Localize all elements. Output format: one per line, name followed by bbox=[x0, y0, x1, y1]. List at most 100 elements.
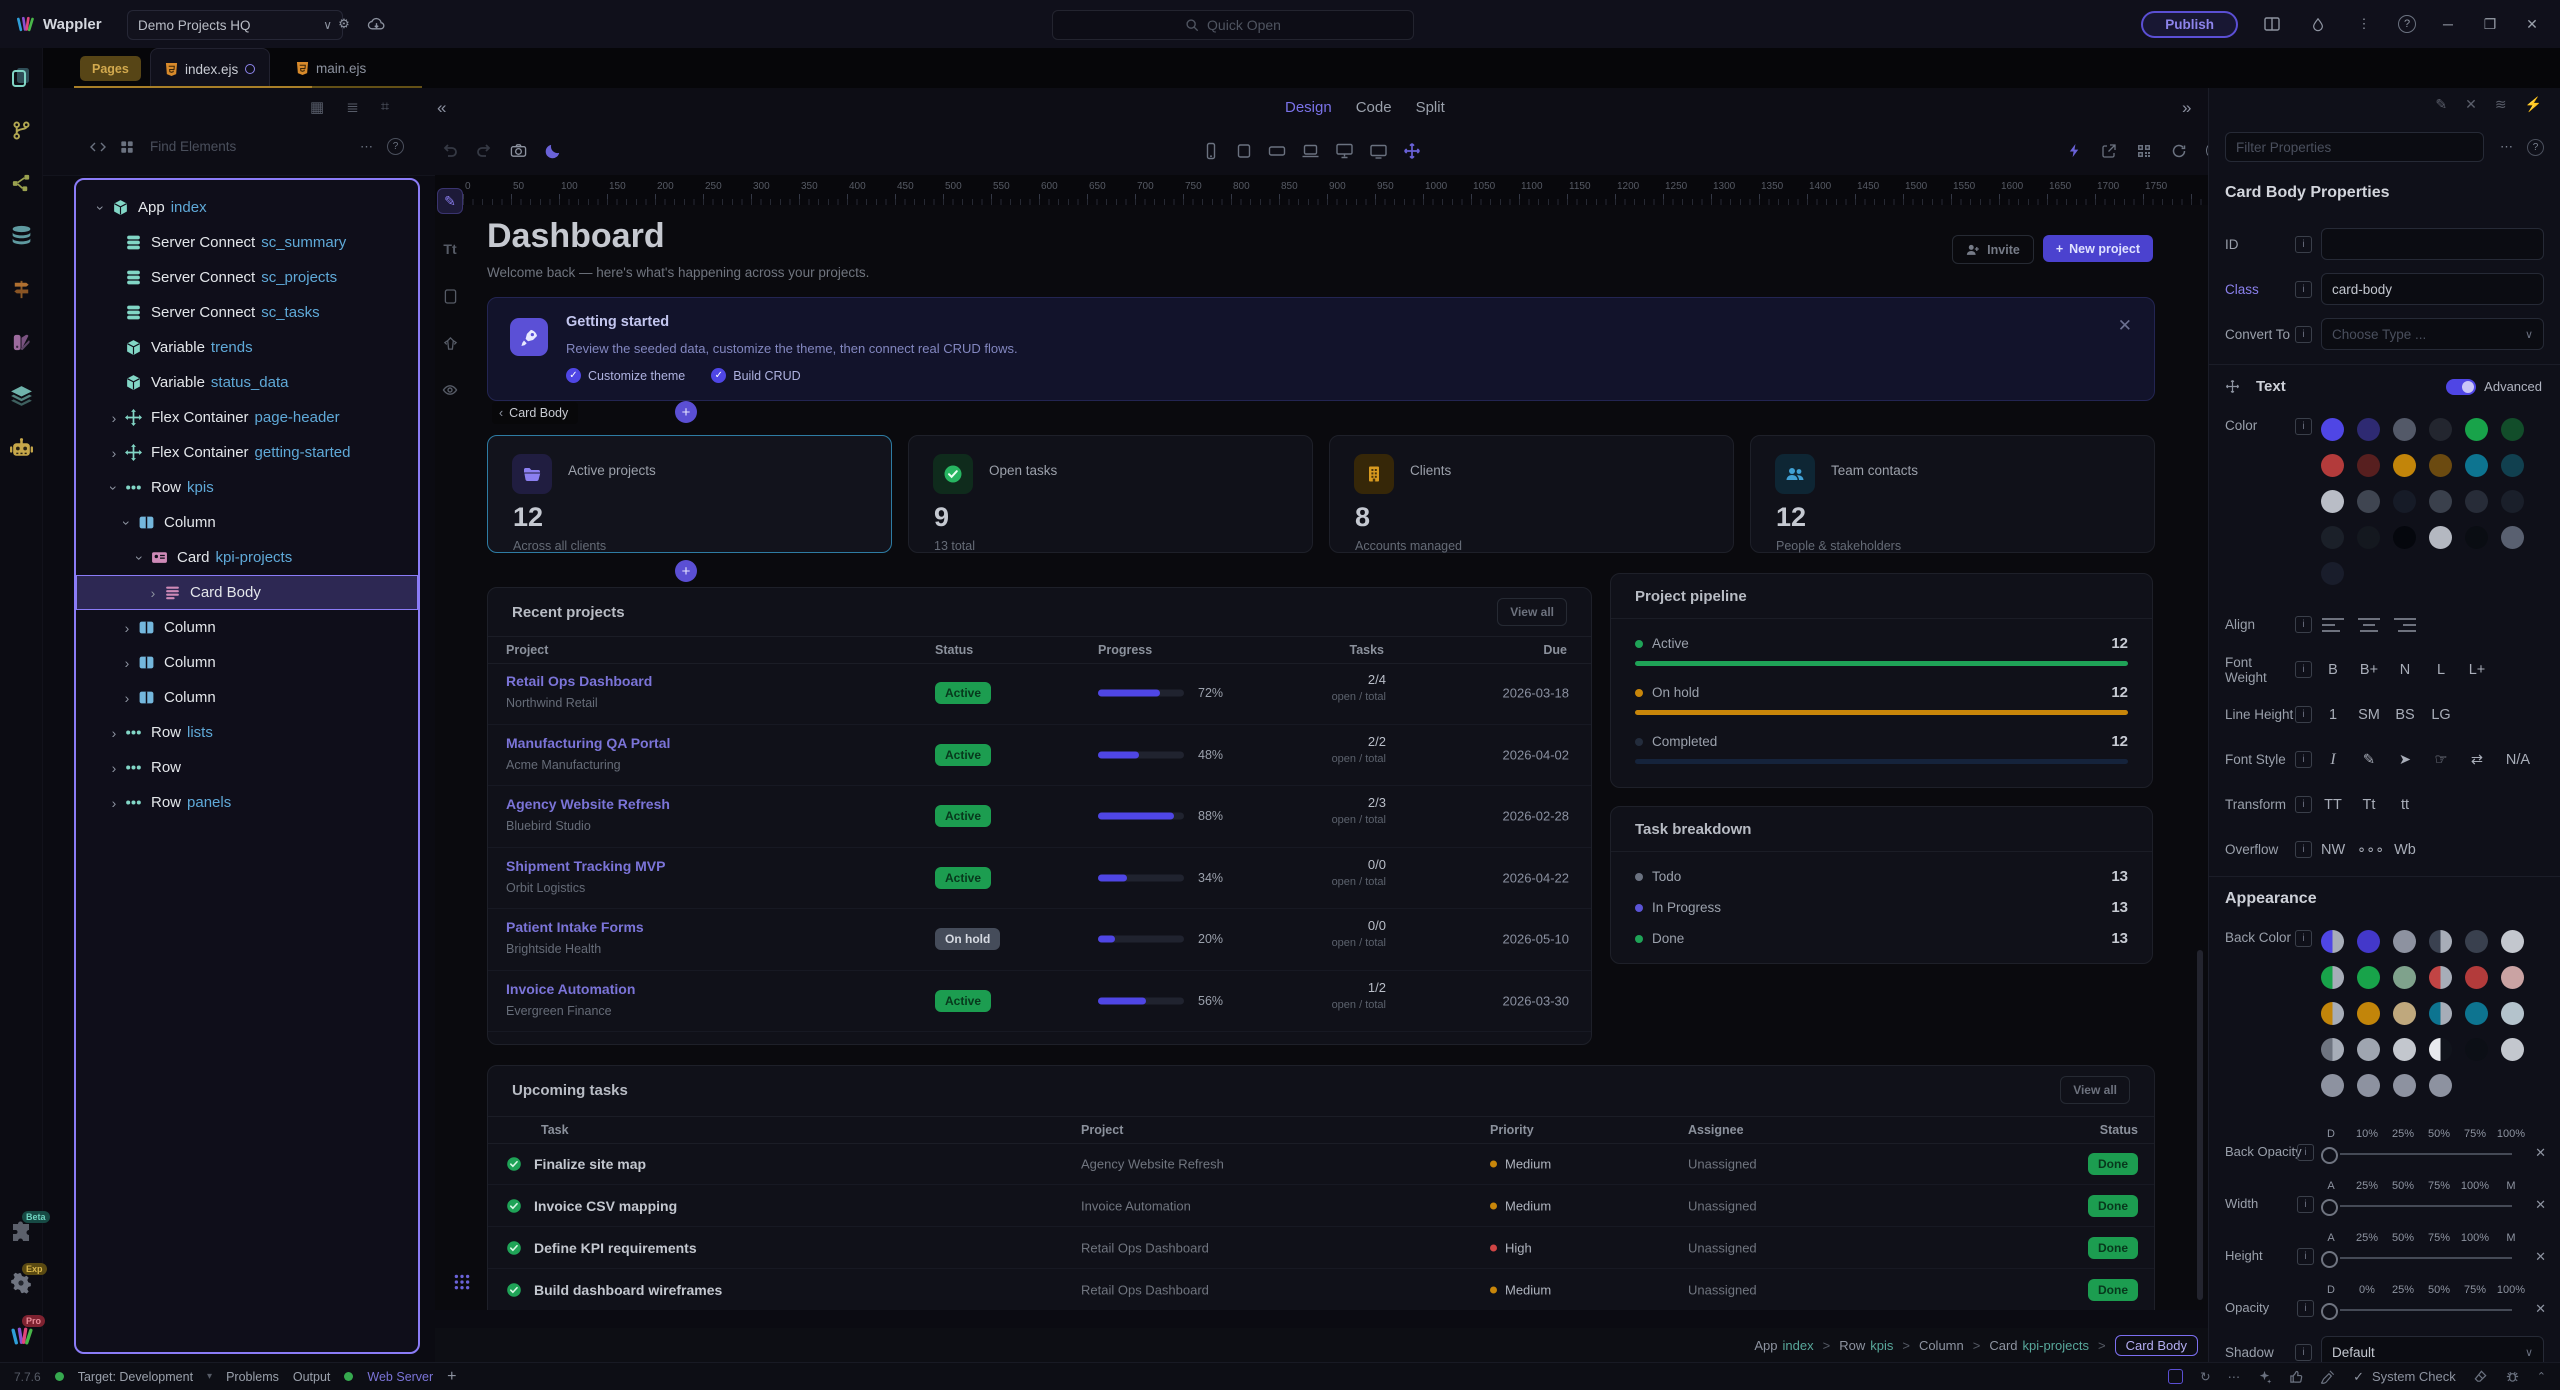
text-color-swatch[interactable] bbox=[2465, 526, 2488, 549]
back-color-swatch[interactable] bbox=[2357, 966, 2380, 989]
highlight-pen-icon[interactable]: ✎ bbox=[2357, 752, 2381, 768]
panel-more-icon[interactable]: ⋯ bbox=[360, 139, 373, 155]
device-laptop-icon[interactable] bbox=[1301, 142, 1320, 160]
task-row[interactable]: Invoice CSV mappingInvoice AutomationMed… bbox=[488, 1185, 2154, 1227]
back-color-swatch[interactable] bbox=[2321, 1002, 2344, 1025]
back-color-swatch[interactable] bbox=[2357, 1074, 2380, 1097]
text-color-swatch[interactable] bbox=[2429, 490, 2452, 513]
tree-chevron-icon[interactable]: › bbox=[119, 514, 135, 532]
visibility-eye-icon[interactable] bbox=[438, 378, 462, 402]
wappler-pro-rail-icon[interactable]: Pro bbox=[8, 1322, 34, 1348]
text-color-swatch[interactable] bbox=[2501, 526, 2524, 549]
file-tab-main-ejs[interactable]: main.ejs bbox=[282, 48, 380, 88]
slider-knob[interactable] bbox=[2321, 1303, 2338, 1320]
back-color-swatch[interactable] bbox=[2357, 1002, 2380, 1025]
advanced-toggle[interactable] bbox=[2446, 379, 2476, 395]
line-height-option[interactable]: BS bbox=[2393, 707, 2417, 723]
slider-track[interactable] bbox=[2340, 1205, 2512, 1207]
id-input[interactable] bbox=[2321, 228, 2544, 260]
filter-properties-input[interactable]: Filter Properties bbox=[2225, 132, 2484, 162]
props-sliders-icon[interactable]: ≋ bbox=[2495, 96, 2507, 113]
slider-tick-label[interactable]: 75% bbox=[2421, 1232, 2457, 1244]
tree-item-app-index[interactable]: ›Appindex bbox=[76, 190, 418, 225]
output-button[interactable]: Output bbox=[293, 1370, 331, 1384]
selection-breadcrumb-tag[interactable]: ‹ Card Body bbox=[492, 402, 578, 424]
props-dynamic-icon[interactable]: ⚡ bbox=[2525, 96, 2542, 113]
workflows-rail-icon[interactable] bbox=[8, 170, 34, 196]
back-color-swatch[interactable] bbox=[2501, 1038, 2524, 1061]
back-color-swatch[interactable] bbox=[2321, 930, 2344, 953]
slider-tick-label[interactable]: D bbox=[2313, 1128, 2349, 1140]
project-name-link[interactable]: Patient Intake Forms bbox=[506, 919, 644, 935]
screenshot-camera-icon[interactable] bbox=[510, 142, 527, 159]
align-center-icon[interactable] bbox=[2357, 617, 2381, 633]
insert-after-button[interactable]: + bbox=[675, 560, 697, 582]
tree-item-card-body[interactable]: ›Card Body bbox=[76, 575, 418, 610]
text-color-swatch[interactable] bbox=[2321, 562, 2344, 585]
slider-tick-label[interactable]: 25% bbox=[2385, 1284, 2421, 1296]
project-row[interactable]: Patient Intake FormsBrightside HealthOn … bbox=[488, 909, 1591, 971]
transform-option[interactable]: tt bbox=[2393, 797, 2417, 813]
slider-tick-label[interactable]: A bbox=[2313, 1180, 2349, 1192]
back-color-swatch[interactable] bbox=[2393, 1038, 2416, 1061]
font-weight-option[interactable]: L bbox=[2429, 662, 2453, 678]
slider-tick-label[interactable]: 50% bbox=[2421, 1128, 2457, 1140]
add-target-button[interactable]: + bbox=[447, 1368, 456, 1386]
project-name-link[interactable]: Invoice Automation bbox=[506, 981, 635, 997]
collapse-status-icon[interactable]: ⌃ bbox=[2537, 1370, 2546, 1383]
back-color-swatch[interactable] bbox=[2321, 1074, 2344, 1097]
view-mode-design[interactable]: Design bbox=[1285, 99, 1332, 116]
text-color-swatch[interactable] bbox=[2321, 418, 2344, 441]
text-scale-icon[interactable]: Tt bbox=[438, 237, 462, 261]
canvas-scrollbar[interactable] bbox=[2197, 950, 2203, 1300]
text-color-swatch[interactable] bbox=[2321, 490, 2344, 513]
slider-tick-label[interactable]: 25% bbox=[2385, 1128, 2421, 1140]
line-height-option[interactable]: 1 bbox=[2321, 707, 2345, 723]
tree-item-column[interactable]: ›Column bbox=[76, 680, 418, 715]
back-color-info-icon[interactable]: i bbox=[2295, 930, 2312, 947]
tree-chevron-icon[interactable]: › bbox=[132, 549, 148, 567]
align-info-icon[interactable]: i bbox=[2295, 616, 2312, 633]
slider-tick-label[interactable]: 0% bbox=[2349, 1284, 2385, 1296]
kpi-card-building[interactable]: Clients8Accounts managed bbox=[1329, 435, 1734, 553]
props-more-icon[interactable]: ⋯ bbox=[2500, 139, 2513, 155]
window-restore-button[interactable]: ❐ bbox=[2480, 16, 2500, 33]
project-name-link[interactable]: Agency Website Refresh bbox=[506, 796, 670, 812]
cloud-sync-icon[interactable] bbox=[364, 12, 388, 36]
id-info-icon[interactable]: i bbox=[2295, 236, 2312, 253]
overflow-info-icon[interactable]: i bbox=[2295, 841, 2312, 858]
back-color-swatch[interactable] bbox=[2429, 1074, 2452, 1097]
slider-tick-label[interactable]: 25% bbox=[2349, 1180, 2385, 1192]
back-color-swatch[interactable] bbox=[2501, 930, 2524, 953]
open-in-browser-icon[interactable] bbox=[2101, 143, 2117, 159]
refresh-icon[interactable] bbox=[2171, 143, 2187, 159]
project-name-link[interactable]: Shipment Tracking MVP bbox=[506, 858, 665, 874]
text-color-swatch[interactable] bbox=[2465, 418, 2488, 441]
overflow-option[interactable]: NW bbox=[2321, 842, 2345, 858]
align-right-icon[interactable] bbox=[2393, 617, 2417, 633]
tree-chevron-icon[interactable]: › bbox=[105, 445, 123, 461]
back-color-swatch[interactable] bbox=[2429, 966, 2452, 989]
task-row[interactable]: Build dashboard wireframesRetail Ops Das… bbox=[488, 1269, 2154, 1310]
font-weight-option[interactable]: B+ bbox=[2357, 662, 2381, 678]
design-system-rail-icon[interactable] bbox=[8, 329, 34, 355]
experimental-rail-icon[interactable]: Exp bbox=[8, 1270, 34, 1296]
panel-grid-icon[interactable]: ⌗ bbox=[381, 98, 389, 116]
breadcrumb-item[interactable]: Cardkpi-projects bbox=[1989, 1338, 2089, 1353]
back-color-swatch[interactable] bbox=[2393, 930, 2416, 953]
panel-list-icon[interactable]: ≣ bbox=[346, 98, 359, 116]
tree-item-row-kpis[interactable]: ›Rowkpis bbox=[76, 470, 418, 505]
text-color-swatch[interactable] bbox=[2501, 454, 2524, 477]
slider-clear-icon[interactable]: ✕ bbox=[2535, 1197, 2546, 1213]
kpi-card-folder[interactable]: Active projects12Across all clients bbox=[487, 435, 892, 553]
back-color-swatch[interactable] bbox=[2465, 930, 2488, 953]
publish-button[interactable]: Publish bbox=[2141, 11, 2238, 38]
elements-grid-icon[interactable] bbox=[120, 140, 134, 154]
eraser-icon[interactable] bbox=[2473, 1369, 2488, 1384]
back-color-swatch[interactable] bbox=[2465, 1002, 2488, 1025]
tree-chevron-icon[interactable]: › bbox=[144, 585, 162, 601]
undo-icon[interactable] bbox=[442, 143, 458, 159]
tree-item-flex-container-getting-started[interactable]: ›Flex Containergetting-started bbox=[76, 435, 418, 470]
project-row[interactable]: Agency Website RefreshBluebird StudioAct… bbox=[488, 786, 1591, 848]
text-color-swatch[interactable] bbox=[2357, 490, 2380, 513]
